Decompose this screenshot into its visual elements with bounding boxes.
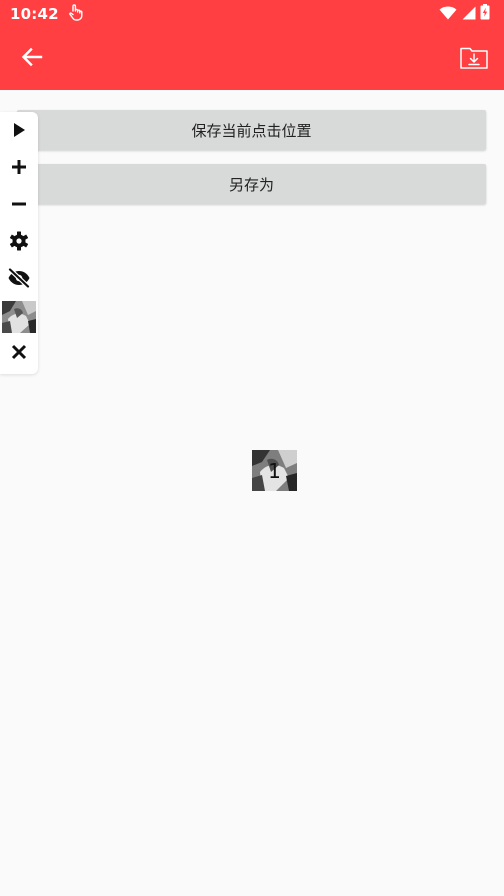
zoom-in-button[interactable] (0, 152, 38, 186)
save-click-position-button[interactable]: 保存当前点击位置 (17, 110, 486, 150)
status-icons (439, 4, 490, 24)
back-button[interactable] (10, 37, 54, 81)
screen: 10:42 保存当前点击位置 另存为 1 (0, 0, 504, 896)
minus-icon (11, 196, 27, 216)
eye-off-icon (7, 267, 31, 292)
status-bar: 10:42 (0, 0, 504, 28)
signal-icon (461, 5, 476, 24)
click-position-marker[interactable]: 1 (252, 450, 297, 491)
thumbnail-image[interactable] (2, 301, 36, 333)
settings-button[interactable] (0, 226, 38, 260)
hide-button[interactable] (0, 263, 38, 297)
floating-toolbar (0, 112, 38, 374)
app-bar (0, 28, 504, 90)
save-as-button[interactable]: 另存为 (17, 164, 486, 204)
gear-icon (9, 231, 29, 255)
play-button[interactable] (0, 115, 38, 149)
status-time: 10:42 (10, 5, 59, 23)
touch-icon (67, 3, 83, 25)
folder-download-icon (460, 45, 488, 73)
close-button[interactable] (0, 337, 38, 371)
save-to-folder-button[interactable] (452, 37, 496, 81)
play-icon (12, 122, 26, 142)
arrow-left-icon (21, 46, 43, 72)
close-icon (11, 344, 27, 364)
status-left: 10:42 (10, 3, 83, 25)
marker-number: 1 (268, 458, 281, 483)
zoom-out-button[interactable] (0, 189, 38, 223)
plus-icon (11, 159, 27, 179)
wifi-icon (439, 5, 457, 24)
battery-charging-icon (480, 4, 490, 24)
